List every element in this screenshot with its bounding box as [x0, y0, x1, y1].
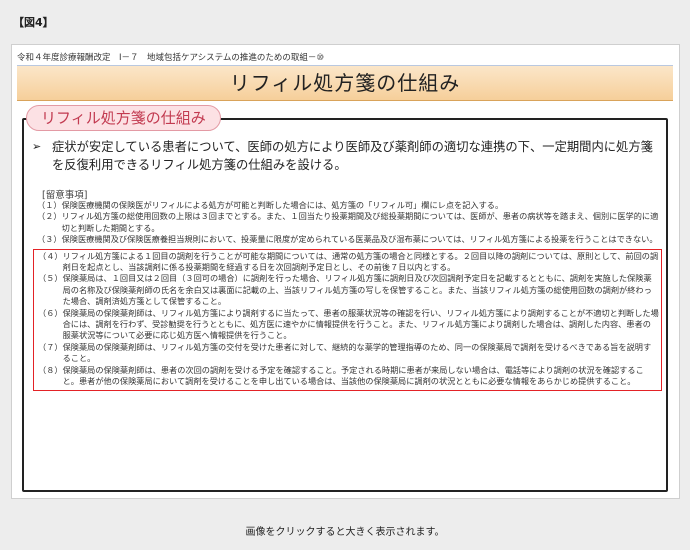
note-text: 保険薬局の保険薬剤師は、リフィル処方箋により調剤するに当たって、患者の服薬状況等… — [62, 307, 659, 341]
note-text: リフィル処方箋による１回目の調剤を行うことが可能な期間については、通常の処方箋の… — [62, 250, 659, 273]
note-number: （５） — [38, 273, 63, 284]
highlighted-note-item: （４） リフィル処方箋による１回目の調剤を行うことが可能な期間については、通常の… — [38, 251, 659, 274]
note-item: （３） 保険医療機関及び保険医療養担当規則において、投薬量に限度が定められている… — [37, 234, 662, 245]
image-caption: 画像をクリックすると大きく表示されます。 — [245, 527, 445, 538]
note-number: （８） — [38, 364, 63, 375]
figure-label: 【図4】 — [13, 16, 54, 29]
section-pill: リフィル処方箋の仕組み — [26, 105, 221, 131]
note-text: リフィル処方箋の総使用回数の上限は３回までとする。また、１回当たり投薬期間及び総… — [61, 211, 659, 233]
summary-text: 症状が安定している患者について、医師の処方により医師及び薬剤師の適切な連携の下、… — [52, 140, 653, 172]
note-number: （３） — [37, 234, 62, 245]
summary-bullet: ➢ 症状が安定している患者について、医師の処方により医師及び薬剤師の適切な連携の… — [32, 138, 662, 174]
highlighted-note-item: （５） 保険薬局は、１回目又は２回目（３回可の場合）に調剤を行った場合、リフィル… — [38, 273, 659, 307]
note-number: （７） — [38, 341, 63, 352]
highlighted-note-item: （６） 保険薬局の保険薬剤師は、リフィル処方箋により調剤するに当たって、患者の服… — [38, 308, 659, 342]
note-number: （６） — [38, 307, 63, 318]
note-number: （２） — [37, 211, 62, 222]
highlighted-note-item: （８） 保険薬局の保険薬剤師は、患者の次回の調剤を受ける予定を確認すること。予定… — [38, 365, 659, 388]
note-text: 保険薬局は、１回目又は２回目（３回可の場合）に調剤を行った場合、リフィル処方箋に… — [62, 273, 652, 307]
note-text: 保険薬局の保険薬剤師は、リフィル処方箋の交付を受けた患者に対して、継続的な薬学的… — [62, 341, 652, 364]
title-band: リフィル処方箋の仕組み — [17, 66, 673, 101]
note-text: 保険薬局の保険薬剤師は、患者の次回の調剤を受ける予定を確認すること。予定される時… — [62, 364, 644, 387]
note-item: （１） 保険医療機関の保険医がリフィルによる処方が可能と判断した場合には、処方箋… — [37, 200, 662, 211]
highlight-box: （４） リフィル処方箋による１回目の調剤を行うことが可能な期間については、通常の… — [33, 248, 662, 391]
note-number: （４） — [38, 250, 63, 261]
slide-header: 令和４年度診療報酬改定 Ⅰ－７ 地域包括ケアシステムの推進のための取組－⑩ — [17, 51, 673, 66]
notes-list: （１） 保険医療機関の保険医がリフィルによる処方が可能と判断した場合には、処方箋… — [33, 200, 662, 391]
note-item: （２） リフィル処方箋の総使用回数の上限は３回までとする。また、１回当たり投薬期… — [37, 211, 662, 234]
arrow-bullet-icon: ➢ — [32, 140, 42, 153]
notes-heading: [留意事項] — [42, 190, 88, 201]
note-text: 保険医療機関の保険医がリフィルによる処方が可能と判断した場合には、処方箋の「リフ… — [61, 200, 504, 210]
note-text: 保険医療機関及び保険医療養担当規則において、投薬量に限度が定められている医薬品及… — [61, 234, 658, 245]
note-number: （１） — [37, 200, 62, 210]
slide-image[interactable]: 令和４年度診療報酬改定 Ⅰ－７ 地域包括ケアシステムの推進のための取組－⑩ リフ… — [11, 44, 680, 499]
highlighted-note-item: （７） 保険薬局の保険薬剤師は、リフィル処方箋の交付を受けた患者に対して、継続的… — [38, 342, 659, 365]
slide-title: リフィル処方箋の仕組み — [229, 71, 461, 95]
